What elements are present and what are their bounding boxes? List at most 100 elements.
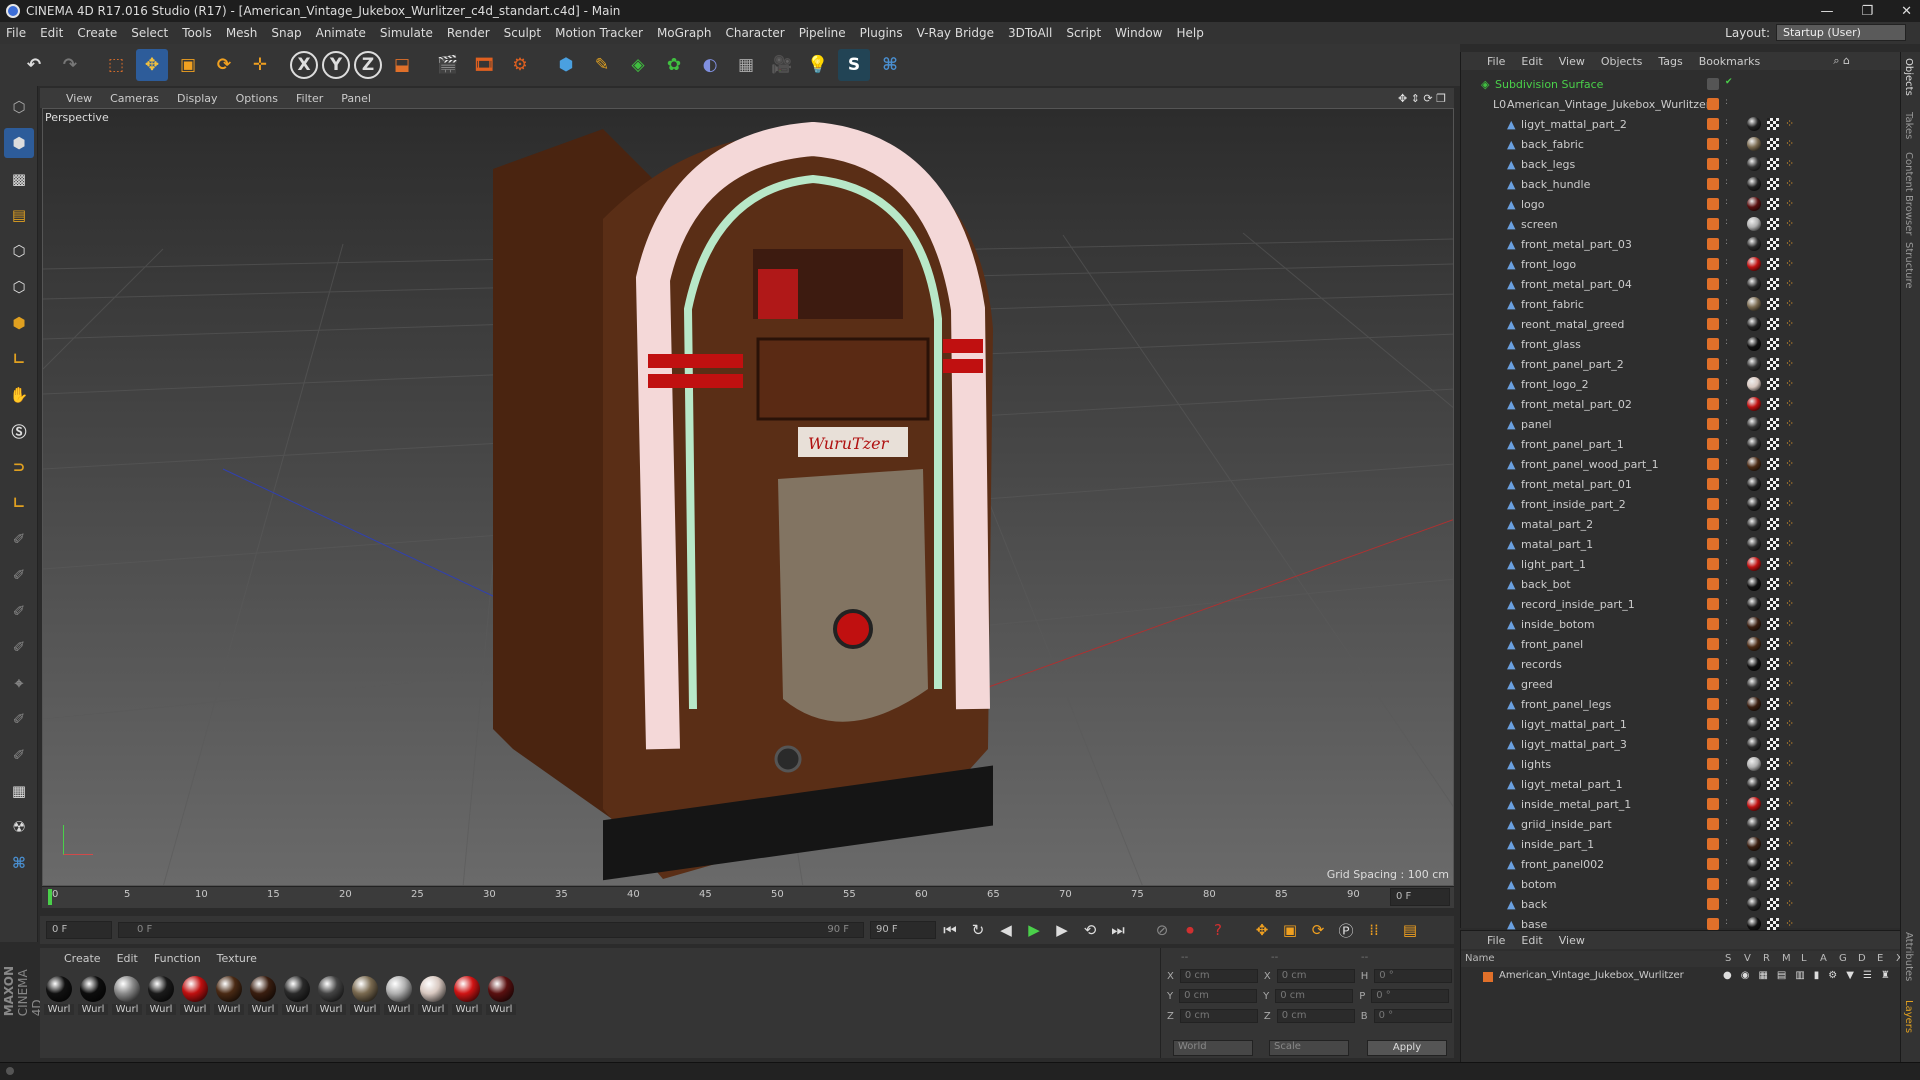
object-menu-edit[interactable]: Edit [1521,55,1542,68]
material-13[interactable]: Wurl [452,976,482,1015]
object-menu-file[interactable]: File [1487,55,1505,68]
material-tag-icon[interactable] [1747,657,1761,671]
texture-tag-icon[interactable] [1767,178,1779,190]
step-back-icon[interactable]: ◀ [994,918,1018,942]
material-menu-texture[interactable]: Texture [217,952,257,965]
layer-color-tag[interactable] [1707,618,1719,630]
material-tag-icon[interactable] [1747,897,1761,911]
material-tag-icon[interactable] [1747,597,1761,611]
object-row[interactable]: ▲ front_inside_part_2: ⁘ [1461,494,1889,514]
move-tool-icon[interactable]: ✥ [136,49,168,81]
object-menu-objects[interactable]: Objects [1601,55,1643,68]
material-tag-icon[interactable] [1747,177,1761,191]
object-row[interactable]: ▲ back_hundle: ⁘ [1461,174,1889,194]
current-frame-field[interactable]: 0 F [46,921,112,939]
material-tag-icon[interactable] [1747,737,1761,751]
object-row[interactable]: ▲ front_metal_part_04: ⁘ [1461,274,1889,294]
layer-color-tag[interactable] [1707,858,1719,870]
visibility-dots-icon[interactable]: : [1725,917,1728,927]
subdivision-icon[interactable]: ◈ [622,49,654,81]
uvw-tag-icon[interactable]: ⁘ [1785,238,1795,250]
visibility-dots-icon[interactable]: ✔ [1725,77,1733,87]
texture-tag-icon[interactable] [1767,378,1779,390]
menu-vray-bridge[interactable]: V-Ray Bridge [917,26,994,40]
visibility-dots-icon[interactable]: : [1725,817,1728,827]
texture-tag-icon[interactable] [1767,198,1779,210]
uvw-tag-icon[interactable]: ⁘ [1785,818,1795,830]
redo-icon[interactable]: ↷ [54,49,86,81]
layer-col-e[interactable]: E [1877,953,1883,964]
key-pla-icon[interactable]: ⁞⁞ [1362,918,1386,942]
range-slider[interactable]: 0 F 90 F [118,922,864,938]
layer-color-tag[interactable] [1707,358,1719,370]
brush-r-icon[interactable]: ✐ [4,596,34,626]
paint-icon[interactable]: ✐ [4,740,34,770]
uvw-tag-icon[interactable]: ⁘ [1785,738,1795,750]
side-tab-objects[interactable]: Objects [1903,58,1914,96]
material-tag-icon[interactable] [1747,337,1761,351]
material-tag-icon[interactable] [1747,757,1761,771]
light-icon[interactable]: 💡 [802,49,834,81]
model-mode-icon[interactable]: ⬡ [4,92,34,122]
menu-mesh[interactable]: Mesh [226,26,258,40]
menu-tools[interactable]: Tools [182,26,212,40]
repeat-icon[interactable]: ⟲ [1078,918,1102,942]
object-row[interactable]: ▲ logo: ⁘ [1461,194,1889,214]
object-menu-bookmarks[interactable]: Bookmarks [1699,55,1760,68]
coord-value-field[interactable]: 0 cm [1276,969,1355,983]
material-tag-icon[interactable] [1747,297,1761,311]
layer-col-m[interactable]: M [1782,953,1791,964]
texture-tag-icon[interactable] [1767,398,1779,410]
layer-color-tag[interactable] [1707,138,1719,150]
viewport-menu-display[interactable]: Display [177,92,218,105]
material-menu-function[interactable]: Function [154,952,201,965]
key-position-icon[interactable]: ✥ [1250,918,1274,942]
material-1[interactable]: Wurl [44,976,74,1015]
layer-color-tag[interactable] [1707,258,1719,270]
material-tag-icon[interactable] [1747,837,1761,851]
x-axis-icon[interactable]: X [290,51,318,79]
texture-tag-icon[interactable] [1767,318,1779,330]
layer-menu-view[interactable]: View [1559,934,1585,947]
visibility-dots-icon[interactable]: : [1725,717,1728,727]
step-forward-icon[interactable]: ▶ [1050,918,1074,942]
keyframe-help-icon[interactable]: ? [1206,918,1230,942]
menu-mograph[interactable]: MoGraph [657,26,712,40]
uvw-tag-icon[interactable]: ⁘ [1785,878,1795,890]
menu-sculpt[interactable]: Sculpt [504,26,541,40]
uvw-tag-icon[interactable]: ⁘ [1785,798,1795,810]
pen-spline-icon[interactable]: ✎ [586,49,618,81]
smooth-icon[interactable]: ✐ [4,704,34,734]
coord-value-field[interactable]: 0 cm [1275,989,1354,1003]
material-tag-icon[interactable] [1747,197,1761,211]
visibility-dots-icon[interactable]: : [1725,237,1728,247]
visibility-dots-icon[interactable]: : [1725,537,1728,547]
visibility-dots-icon[interactable]: : [1725,177,1728,187]
texture-tag-icon[interactable] [1767,358,1779,370]
uvw-tag-icon[interactable]: ⁘ [1785,478,1795,490]
layer-color-tag[interactable] [1707,418,1719,430]
visibility-dots-icon[interactable]: : [1725,477,1728,487]
material-6[interactable]: Wurl [214,976,244,1015]
material-tag-icon[interactable] [1747,537,1761,551]
coordinate-system-icon[interactable]: ⬓ [386,49,418,81]
layer-color-tag[interactable] [1707,98,1719,110]
visibility-dots-icon[interactable]: : [1725,457,1728,467]
texture-tag-icon[interactable] [1767,638,1779,650]
visibility-dots-icon[interactable]: : [1725,617,1728,627]
layer-col-a[interactable]: A [1820,953,1827,964]
visibility-dots-icon[interactable]: : [1725,297,1728,307]
magnet-icon[interactable]: ⊃ [4,452,34,482]
visibility-dots-icon[interactable]: : [1725,637,1728,647]
texture-tag-icon[interactable] [1767,118,1779,130]
menu-create[interactable]: Create [77,26,117,40]
layer-color-tag[interactable] [1707,878,1719,890]
minimize-button[interactable]: — [1820,4,1833,19]
viewport-menu-filter[interactable]: Filter [296,92,323,105]
menu-character[interactable]: Character [725,26,784,40]
material-14[interactable]: Wurl [486,976,516,1015]
texture-tag-icon[interactable] [1767,218,1779,230]
object-mode-icon[interactable]: ⬢ [4,128,34,158]
texture-tag-icon[interactable] [1767,738,1779,750]
texture-mode-icon[interactable]: ▩ [4,164,34,194]
